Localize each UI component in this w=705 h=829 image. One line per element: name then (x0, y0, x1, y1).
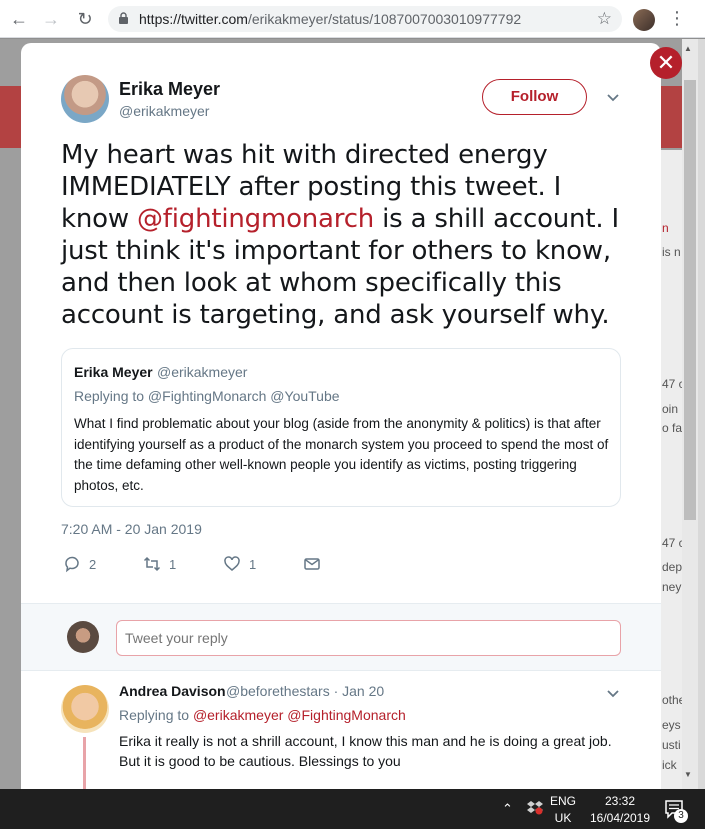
reload-icon[interactable]: ↻ (74, 8, 96, 30)
background-snippet: eys (662, 718, 681, 732)
reply-text: Erika it really is not a shrill account,… (119, 733, 612, 769)
reply-replying-to: Replying to @erikakmeyer @FightingMonarc… (119, 707, 406, 723)
reply-action[interactable]: 2 (63, 553, 96, 575)
browser-menu-icon[interactable]: ⋮ (668, 8, 686, 29)
close-icon[interactable]: ✕ (650, 47, 682, 79)
tweet-actions: 2 1 1 (61, 553, 361, 575)
address-bar[interactable]: https://twitter.com/erikakmeyer/status/1… (108, 6, 622, 32)
quoted-replying-to: Replying to @FightingMonarch @YouTube (74, 388, 340, 404)
heart-icon (224, 556, 240, 571)
reply-author-name[interactable]: Andrea Davison (119, 683, 226, 699)
back-icon[interactable]: ← (8, 8, 30, 30)
window-edge (698, 39, 705, 789)
language-region[interactable]: UK (548, 811, 578, 825)
background-snippet: dep (662, 560, 683, 574)
reply-input[interactable] (116, 620, 621, 656)
like-action[interactable]: 1 (223, 553, 256, 575)
background-snippet: o fa (662, 421, 683, 435)
browser-toolbar: ← → ↻ https://twitter.com/erikakmeyer/st… (0, 0, 705, 38)
background-snippet: oin (662, 402, 679, 416)
chevron-down-icon[interactable] (605, 89, 621, 105)
reply-author-meta[interactable]: @beforethestars · Jan 20 (226, 683, 384, 699)
profile-avatar[interactable] (633, 9, 655, 31)
background-snippet: is n (662, 245, 681, 259)
quoted-author-name: Erika Meyer (74, 364, 153, 380)
quoted-tweet[interactable]: Erika Meyer @erikakmeyer Replying to @Fi… (61, 348, 621, 507)
quoted-text: What I find problematic about your blog … (74, 416, 609, 493)
follow-button[interactable]: Follow (482, 79, 587, 115)
background-snippet: ick (662, 758, 677, 772)
background-snippet: usti (662, 738, 681, 752)
current-user-avatar (67, 621, 99, 653)
clock-time[interactable]: 23:32 (590, 794, 650, 808)
forward-icon[interactable]: → (40, 8, 62, 30)
author-avatar[interactable] (61, 75, 109, 123)
scroll-up-icon[interactable]: ▲ (684, 44, 692, 53)
retweet-action[interactable]: 1 (143, 553, 176, 575)
reply-compose-bar (21, 603, 661, 671)
notification-count: 3 (674, 809, 688, 823)
lock-icon (119, 12, 128, 24)
reply-mentions[interactable]: @erikakmeyer @FightingMonarch (193, 707, 406, 723)
retweet-icon (143, 556, 161, 572)
direct-message-action[interactable] (303, 553, 321, 575)
clock-date[interactable]: 16/04/2019 (582, 811, 658, 825)
dropbox-icon[interactable] (527, 799, 543, 815)
url-text: https://twitter.com/erikakmeyer/status/1… (139, 11, 522, 27)
scrollbar-thumb[interactable] (684, 80, 696, 520)
reply-author-avatar[interactable] (61, 685, 109, 733)
reply-icon (65, 556, 79, 573)
tweet-timestamp[interactable]: 7:20 AM - 20 Jan 2019 (61, 521, 202, 537)
quoted-author-handle: @erikakmeyer (157, 364, 248, 380)
envelope-icon (304, 558, 320, 570)
background-snippet: n (662, 221, 669, 235)
author-handle[interactable]: @erikakmeyer (119, 103, 209, 119)
chevron-up-icon[interactable]: ⌃ (502, 801, 513, 817)
author-name[interactable]: Erika Meyer (119, 79, 220, 100)
background-snippet: ney (662, 580, 682, 594)
scroll-down-icon[interactable]: ▼ (684, 770, 692, 779)
tweet-modal: Erika Meyer @erikakmeyer Follow My heart… (21, 43, 661, 789)
reply-chevron-down-icon[interactable] (605, 685, 621, 701)
thread-line (83, 737, 86, 789)
mention-link[interactable]: @fightingmonarch (137, 204, 374, 234)
language-code[interactable]: ENG (548, 794, 578, 808)
tweet-text: My heart was hit with directed energy IM… (61, 140, 619, 330)
bookmark-star-icon[interactable]: ☆ (597, 9, 612, 29)
